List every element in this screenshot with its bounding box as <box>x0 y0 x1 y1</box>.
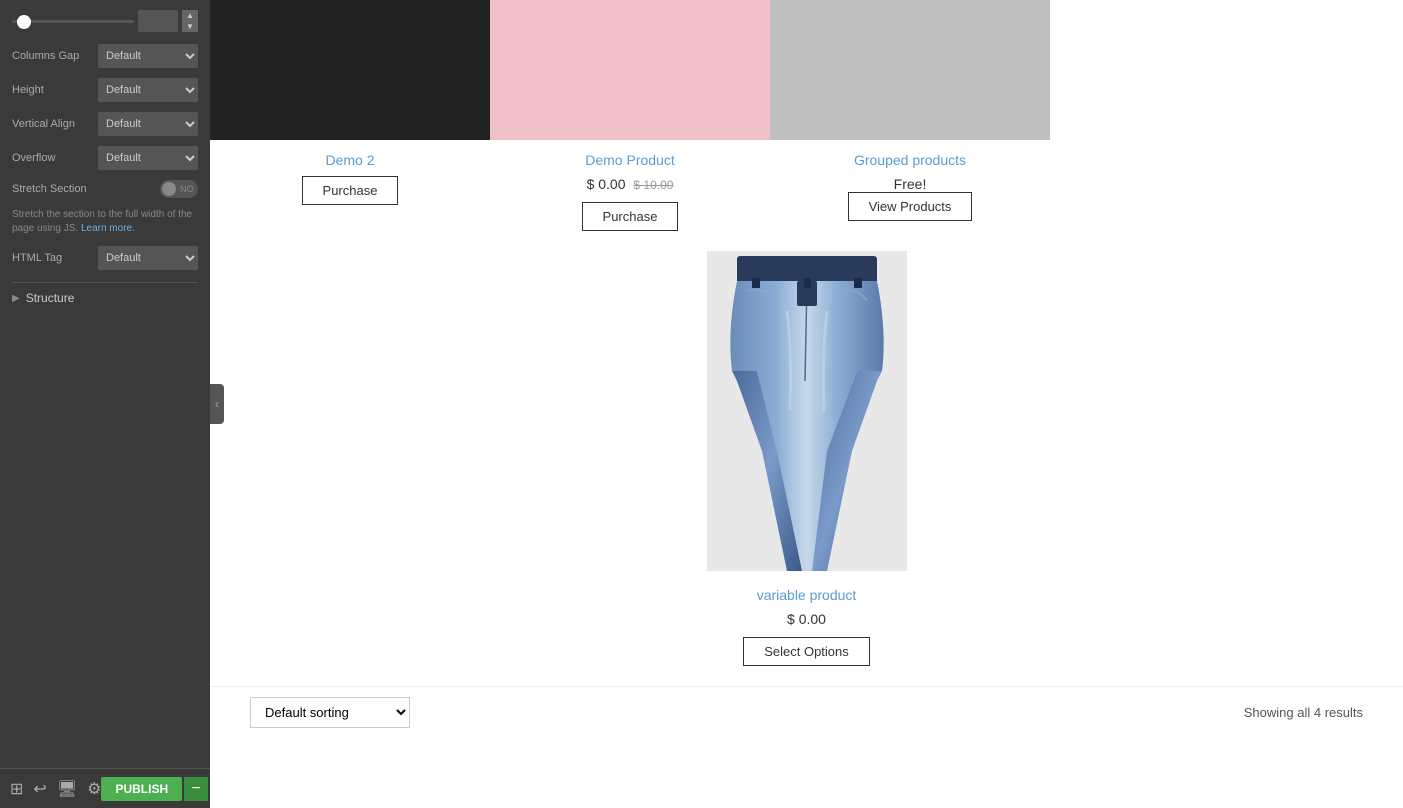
vertical-align-label: Vertical Align <box>12 118 98 130</box>
slider-thumb[interactable] <box>17 15 31 29</box>
overflow-row: Overflow Default <box>12 146 198 170</box>
height-label: Height <box>12 84 98 96</box>
toggle-knob <box>162 182 176 196</box>
height-select[interactable]: Default <box>98 78 198 102</box>
product-image-demo2 <box>210 0 490 140</box>
publish-group: PUBLISH − <box>101 777 208 801</box>
html-tag-label: HTML Tag <box>12 252 98 264</box>
spinner-up[interactable]: ▲ <box>182 10 198 21</box>
publish-button[interactable]: PUBLISH <box>101 777 182 801</box>
product-image-demo-product <box>490 0 770 140</box>
history-icon[interactable]: ↩ <box>33 779 46 799</box>
product-name-demo2[interactable]: Demo 2 <box>325 152 374 168</box>
spinners: ▲ ▼ <box>182 10 198 32</box>
view-products-button[interactable]: View Products <box>848 192 973 221</box>
learn-more-link[interactable]: Learn more. <box>81 223 135 234</box>
main-content: Demo 2 Purchase Demo Product $ 0.00 $ 10… <box>210 0 1403 808</box>
product-name-grouped[interactable]: Grouped products <box>854 152 966 168</box>
product-image-grouped <box>770 0 1050 140</box>
top-products-row: Demo 2 Purchase Demo Product $ 0.00 $ 10… <box>210 0 1403 231</box>
price-free-grouped: Free! <box>894 176 927 192</box>
results-text: Showing all 4 results <box>1244 705 1363 720</box>
publish-minus-button[interactable]: − <box>184 777 208 801</box>
stretch-section-row: Stretch Section NO <box>12 180 198 198</box>
html-tag-select[interactable]: Default <box>98 246 198 270</box>
slider-value-input[interactable] <box>138 10 178 32</box>
panel-content: ▲ ▼ Columns Gap Default Height Default V… <box>0 0 210 769</box>
structure-section[interactable]: ▶ Structure <box>12 282 198 313</box>
stretch-section-toggle[interactable]: NO <box>160 180 198 198</box>
toggle-off-label: NO <box>180 184 194 194</box>
price-original: $ 10.00 <box>633 178 673 192</box>
structure-label: Structure <box>26 291 75 305</box>
variable-product-section: variable product $ 0.00 Select Options <box>210 231 1403 686</box>
purchase-button-demo2[interactable]: Purchase <box>302 176 399 205</box>
variable-product-price: $ 0.00 <box>787 611 826 627</box>
product-card-demo2: Demo 2 Purchase <box>210 0 490 231</box>
vertical-align-row: Vertical Align Default <box>12 112 198 136</box>
settings-icon[interactable]: ⚙ <box>87 779 101 799</box>
columns-gap-label: Columns Gap <box>12 50 98 62</box>
stretch-section-label: Stretch Section <box>12 183 160 195</box>
overflow-label: Overflow <box>12 152 98 164</box>
toolbar-icons: ⊞ ↩ 🖥 ⚙ <box>10 779 101 799</box>
structure-arrow-icon: ▶ <box>12 293 20 304</box>
sort-select[interactable]: Default sorting Sort by popularity Sort … <box>250 697 410 728</box>
height-row: Height Default <box>12 78 198 102</box>
footer-bar: Default sorting Sort by popularity Sort … <box>210 686 1403 738</box>
html-tag-row: HTML Tag Default <box>12 246 198 270</box>
jeans-product-image <box>707 251 907 571</box>
stretch-help-text: Stretch the section to the full width of… <box>12 208 198 236</box>
layers-icon[interactable]: ⊞ <box>10 779 23 799</box>
variable-product-name[interactable]: variable product <box>757 587 857 603</box>
product-card-demo-product: Demo Product $ 0.00 $ 10.00 Purchase <box>490 0 770 231</box>
columns-gap-select[interactable]: Default <box>98 44 198 68</box>
product-name-demo-product[interactable]: Demo Product <box>585 152 674 168</box>
vertical-align-select[interactable]: Default <box>98 112 198 136</box>
spinner-down[interactable]: ▼ <box>182 21 198 32</box>
slider-track[interactable] <box>12 20 134 23</box>
overflow-select[interactable]: Default <box>98 146 198 170</box>
left-panel: ▲ ▼ Columns Gap Default Height Default V… <box>0 0 210 808</box>
slider-row: ▲ ▼ <box>12 10 198 32</box>
collapse-handle[interactable]: ‹ <box>210 384 224 424</box>
jeans-svg <box>707 251 907 571</box>
price-current: $ 0.00 <box>587 176 626 192</box>
product-price-demo-product: $ 0.00 $ 10.00 <box>587 176 674 192</box>
bottom-toolbar: ⊞ ↩ 🖥 ⚙ PUBLISH − <box>0 768 210 808</box>
select-options-button[interactable]: Select Options <box>743 637 870 666</box>
columns-gap-row: Columns Gap Default <box>12 44 198 68</box>
purchase-button-demo-product[interactable]: Purchase <box>582 202 679 231</box>
desktop-icon[interactable]: 🖥 <box>57 779 77 799</box>
product-card-grouped: Grouped products Free! View Products <box>770 0 1050 231</box>
